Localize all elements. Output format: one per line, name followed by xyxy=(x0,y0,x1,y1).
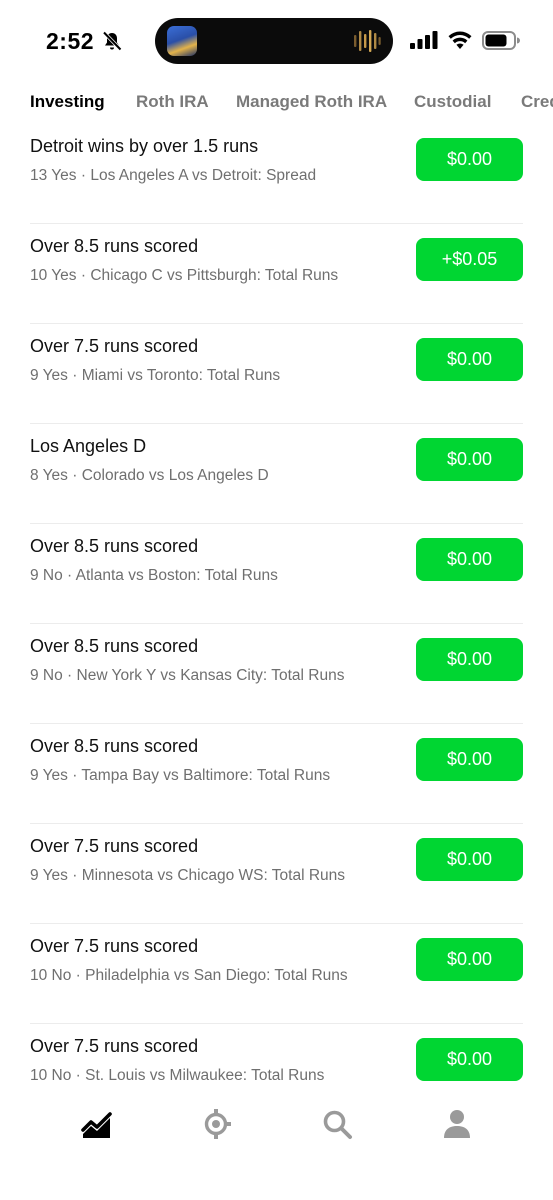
position-subtitle: 9 No · Atlanta vs Boston: Total Runs xyxy=(30,567,278,584)
sports-predictions-icon[interactable] xyxy=(200,1108,232,1140)
position-subtitle: 10 No · Philadelphia vs San Diego: Total… xyxy=(30,967,348,984)
search-icon[interactable] xyxy=(321,1108,353,1140)
list-item[interactable]: Detroit wins by over 1.5 runs 13 Yes · L… xyxy=(30,124,523,224)
bottom-nav xyxy=(0,1090,553,1200)
position-subtitle: 9 Yes · Miami vs Toronto: Total Runs xyxy=(30,367,281,384)
position-title: Over 8.5 runs scored xyxy=(30,536,199,556)
position-subtitle: 10 Yes · Chicago C vs Pittsburgh: Total … xyxy=(30,267,339,284)
list-item[interactable]: Over 7.5 runs scored 9 Yes · Minnesota v… xyxy=(30,824,523,924)
position-amount-button[interactable]: +$0.05 xyxy=(416,238,523,281)
list-item[interactable]: Over 8.5 runs scored 9 No · Atlanta vs B… xyxy=(30,524,523,624)
account-tabs: Investing Roth IRA Managed Roth IRA Cust… xyxy=(0,82,553,124)
position-amount-button[interactable]: $0.00 xyxy=(416,838,523,881)
tab-managed-roth-ira[interactable]: Managed Roth IRA xyxy=(236,92,387,112)
position-amount-button[interactable]: $0.00 xyxy=(416,938,523,981)
position-title: Detroit wins by over 1.5 runs xyxy=(30,136,259,156)
list-item[interactable]: Over 7.5 runs scored 9 Yes · Miami vs To… xyxy=(30,324,523,424)
position-title: Over 8.5 runs scored xyxy=(30,636,199,656)
position-title: Over 7.5 runs scored xyxy=(30,836,199,856)
position-subtitle: 9 Yes · Minnesota vs Chicago WS: Total R… xyxy=(30,867,346,884)
tab-investing[interactable]: Investing xyxy=(30,92,105,112)
wifi-icon xyxy=(448,31,472,49)
list-item[interactable]: Over 8.5 runs scored 9 No · New York Y v… xyxy=(30,624,523,724)
status-time: 2:52 xyxy=(46,28,95,54)
dynamic-island[interactable] xyxy=(155,18,393,64)
now-playing-artwork xyxy=(167,26,197,56)
position-title: Over 7.5 runs scored xyxy=(30,936,199,956)
bell-muted-icon xyxy=(102,31,122,51)
position-subtitle: 8 Yes · Colorado vs Los Angeles D xyxy=(30,467,269,484)
position-amount-button[interactable]: $0.00 xyxy=(416,538,523,581)
position-amount-button[interactable]: $0.00 xyxy=(416,338,523,381)
audio-waveform-icon xyxy=(354,30,381,52)
positions-list: Detroit wins by over 1.5 runs 13 Yes · L… xyxy=(0,124,553,1090)
list-item[interactable]: Over 8.5 runs scored 9 Yes · Tampa Bay v… xyxy=(30,724,523,824)
investing-chart-icon[interactable] xyxy=(81,1108,113,1140)
battery-icon xyxy=(482,31,520,50)
position-amount-button[interactable]: $0.00 xyxy=(416,1038,523,1081)
position-subtitle: 9 No · New York Y vs Kansas City: Total … xyxy=(30,667,345,684)
list-item[interactable]: Over 7.5 runs scored 10 No · St. Louis v… xyxy=(30,1024,523,1090)
list-item[interactable]: Los Angeles D 8 Yes · Colorado vs Los An… xyxy=(30,424,523,524)
position-title: Over 8.5 runs scored xyxy=(30,236,199,256)
tab-custodial[interactable]: Custodial xyxy=(414,92,491,112)
profile-icon[interactable] xyxy=(441,1108,473,1140)
position-subtitle: 10 No · St. Louis vs Milwaukee: Total Ru… xyxy=(30,1067,325,1084)
tab-credit[interactable]: Cred xyxy=(521,92,553,112)
cellular-signal-icon xyxy=(410,31,438,49)
position-amount-button[interactable]: $0.00 xyxy=(416,438,523,481)
list-item[interactable]: Over 8.5 runs scored 10 Yes · Chicago C … xyxy=(30,224,523,324)
position-amount-button[interactable]: $0.00 xyxy=(416,138,523,181)
position-subtitle: 13 Yes · Los Angeles A vs Detroit: Sprea… xyxy=(30,167,317,184)
position-title: Over 7.5 runs scored xyxy=(30,1036,199,1056)
position-title: Over 8.5 runs scored xyxy=(30,736,199,756)
position-title: Over 7.5 runs scored xyxy=(30,336,199,356)
position-subtitle: 9 Yes · Tampa Bay vs Baltimore: Total Ru… xyxy=(30,767,331,784)
position-amount-button[interactable]: $0.00 xyxy=(416,638,523,681)
status-bar: 2:52 xyxy=(0,0,553,82)
tab-roth-ira[interactable]: Roth IRA xyxy=(136,92,209,112)
position-amount-button[interactable]: $0.00 xyxy=(416,738,523,781)
list-item[interactable]: Over 7.5 runs scored 10 No · Philadelphi… xyxy=(30,924,523,1024)
position-title: Los Angeles D xyxy=(30,436,147,456)
